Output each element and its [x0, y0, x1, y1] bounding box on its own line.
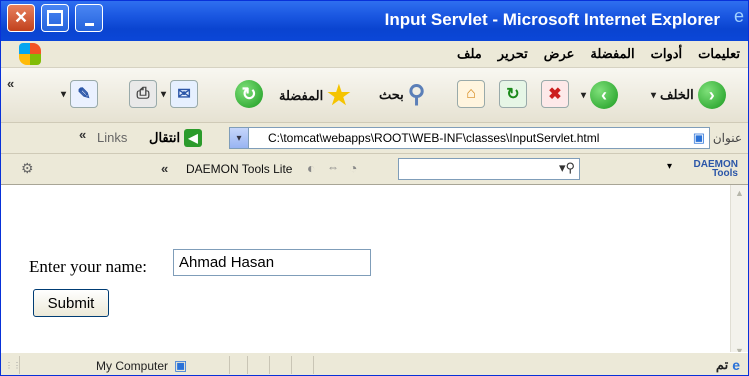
daemon-tools-label[interactable]: DAEMON Tools Lite: [186, 162, 292, 176]
daemon-disc-icon[interactable]: ◐: [307, 160, 315, 176]
home-icon: ⌂: [457, 80, 485, 108]
windows-logo-icon: [19, 43, 41, 65]
refresh-button[interactable]: ↻: [499, 80, 527, 108]
menu-items: ملف تحرير عرض المفضلة أدوات تعليمات: [457, 46, 740, 62]
mail-dropdown-icon[interactable]: ▾: [61, 89, 66, 100]
daemon-search-icon[interactable]: ▾⚲: [559, 160, 575, 176]
edit-icon: ✎: [70, 80, 99, 108]
history-icon: ↻: [235, 80, 263, 108]
title-bar: × Input Servlet - Microsoft Internet Exp…: [1, 1, 748, 41]
ie-icon: e: [733, 6, 744, 26]
computer-icon: ▣: [174, 357, 188, 373]
go-button[interactable]: انتقال ◀: [149, 129, 203, 147]
daemon-search-input[interactable]: ▾⚲: [398, 158, 580, 180]
toolbar-overflow-icon[interactable]: «: [7, 76, 14, 91]
search-label: بحث: [379, 86, 404, 102]
mail-button[interactable]: ▾ ✎: [61, 80, 99, 108]
search-icon: ⚲: [407, 81, 426, 108]
address-bar: « Links انتقال ◀ ▾ C:\tomcat\webapps\ROO…: [1, 123, 748, 154]
daemon-overflow-icon[interactable]: «: [161, 161, 168, 176]
menu-favorites[interactable]: المفضلة: [590, 46, 634, 62]
vertical-scrollbar[interactable]: ▲ ▼: [730, 185, 748, 359]
address-label: عنوان: [712, 131, 742, 145]
page-status-icon: e: [732, 357, 740, 373]
menu-edit[interactable]: تحرير: [498, 46, 528, 62]
print-dropdown-icon[interactable]: ▾: [161, 89, 166, 100]
standard-toolbar: « ▾ ✎ ⎙ ▾ ✉ ↻ المفضلة ★ بحث ⚲ ⌂ ↻ ✖ ▾ ‹ …: [1, 68, 748, 123]
daemon-arrows-icon[interactable]: ⇔: [327, 160, 339, 174]
menu-bar: ملف تحرير عرض المفضلة أدوات تعليمات: [1, 41, 748, 68]
status-bar: ⋮⋮ My Computer ▣ تم e: [1, 352, 748, 375]
home-button[interactable]: ⌂: [457, 80, 485, 108]
favorites-label: المفضلة: [279, 87, 324, 103]
status-done: تم e: [716, 357, 740, 373]
minimize-icon: [84, 22, 94, 26]
menu-file[interactable]: ملف: [457, 46, 482, 62]
daemon-logo-line2: Tools: [712, 168, 738, 179]
daemon-dropdown-icon[interactable]: ▾: [667, 161, 672, 172]
security-zone: My Computer ▣: [96, 357, 187, 374]
browser-window: × Input Servlet - Microsoft Internet Exp…: [0, 0, 749, 376]
minimize-button[interactable]: [75, 4, 103, 32]
forward-icon: ‹: [590, 81, 619, 109]
page-icon: ▣: [692, 130, 705, 145]
links-button[interactable]: Links: [97, 130, 127, 145]
go-label: انتقال: [149, 130, 181, 145]
daemon-logo: DAEMON Tools: [694, 160, 738, 179]
menu-view[interactable]: عرض: [544, 46, 575, 62]
status-divider: [291, 356, 292, 374]
status-divider: [19, 356, 20, 374]
maximize-icon: [47, 10, 63, 26]
print-icon: ⎙: [129, 80, 157, 108]
stop-button[interactable]: ✖: [541, 80, 569, 108]
status-divider: [313, 356, 314, 374]
forward-button[interactable]: ▾ ‹: [581, 81, 619, 109]
back-button[interactable]: ▾ الخلف ›: [651, 81, 726, 109]
close-button[interactable]: ×: [7, 4, 35, 32]
favorites-button[interactable]: المفضلة ★: [279, 80, 351, 111]
menu-help[interactable]: تعليمات: [698, 46, 740, 62]
address-dropdown-icon[interactable]: ▾: [230, 128, 249, 148]
star-icon: ★: [327, 80, 351, 110]
history-button[interactable]: ↻: [235, 80, 263, 108]
page-content: Enter your name: Submit ▲ ▼: [1, 185, 748, 359]
status-divider: [229, 356, 230, 374]
daemon-tools-toolbar: ⚙ « DAEMON Tools Lite ◐ ⇔ ◔ ▾⚲ ▾ DAEMON …: [1, 154, 748, 185]
forward-dropdown-icon[interactable]: ▾: [581, 90, 586, 101]
window-title: Input Servlet - Microsoft Internet Explo…: [384, 10, 720, 29]
name-label: Enter your name:: [29, 257, 148, 276]
address-input[interactable]: ▾ C:\tomcat\webapps\ROOT\WEB-INF\classes…: [229, 127, 710, 149]
name-input[interactable]: [173, 249, 371, 276]
toolbar-grip-icon[interactable]: ⚙: [21, 160, 34, 177]
scroll-up-icon[interactable]: ▲: [732, 185, 747, 201]
address-url[interactable]: C:\tomcat\webapps\ROOT\WEB-INF\classes\I…: [268, 131, 599, 145]
search-button[interactable]: بحث ⚲: [379, 80, 425, 109]
menu-tools[interactable]: أدوات: [651, 46, 683, 62]
daemon-mount-icon[interactable]: ◔: [349, 160, 357, 176]
submit-button[interactable]: Submit: [33, 289, 109, 317]
back-dropdown-icon[interactable]: ▾: [651, 90, 656, 101]
back-icon: ›: [697, 81, 726, 109]
stop-icon: ✖: [541, 80, 569, 108]
links-overflow-icon[interactable]: «: [79, 127, 86, 142]
go-arrow-icon: ◀: [184, 129, 203, 147]
back-label: الخلف: [660, 87, 694, 102]
done-label: تم: [715, 357, 729, 372]
mail-icon: ✉: [170, 80, 199, 108]
maximize-button[interactable]: [41, 4, 69, 32]
status-divider: [269, 356, 270, 374]
status-divider: [247, 356, 248, 374]
print-button[interactable]: ⎙ ▾ ✉: [129, 80, 199, 108]
zone-label: My Computer: [96, 358, 169, 373]
refresh-icon: ↻: [499, 80, 527, 108]
